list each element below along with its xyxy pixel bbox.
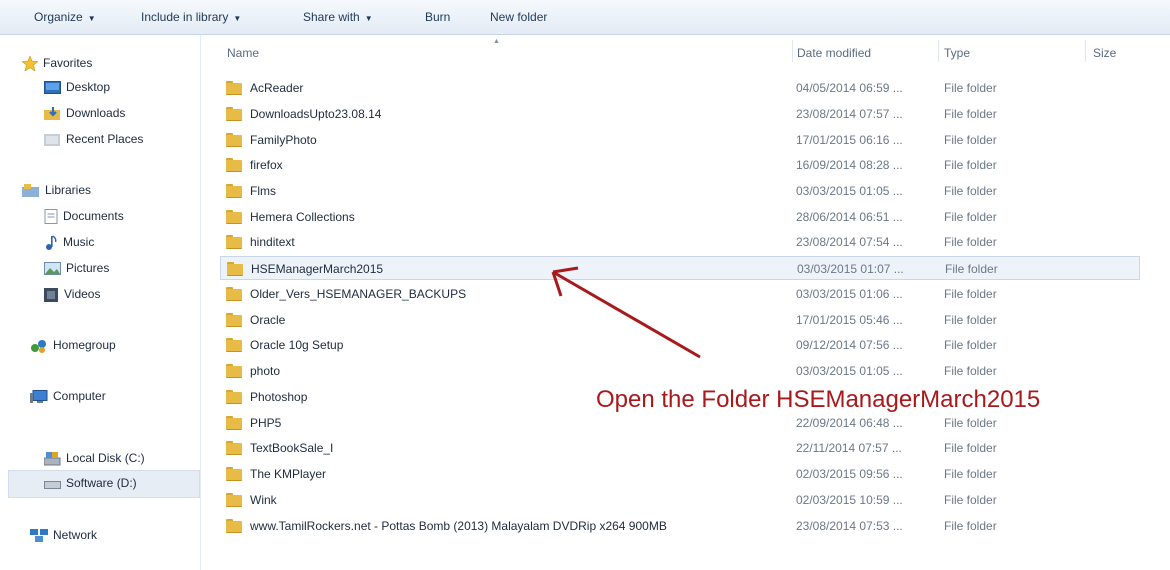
annotation-text: Open the Folder HSEManagerMarch2015: [596, 386, 1041, 413]
annotation-arrow-icon: [551, 266, 701, 359]
